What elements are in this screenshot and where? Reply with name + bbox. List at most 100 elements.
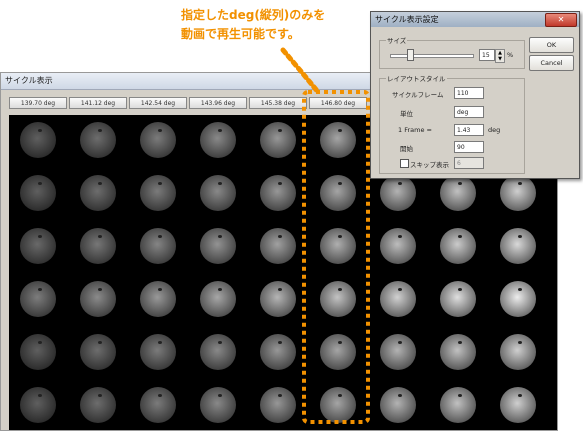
frame-thumbnail[interactable]: [9, 221, 67, 271]
frame-thumbnail[interactable]: [69, 327, 127, 377]
lung-image: [380, 387, 416, 423]
column-header[interactable]: 145.38 deg: [249, 97, 307, 109]
frame-thumbnail[interactable]: [369, 274, 427, 324]
frame-thumbnail[interactable]: [129, 380, 187, 430]
frame-thumbnail[interactable]: [309, 380, 367, 430]
lung-image: [80, 281, 116, 317]
frame-thumbnail[interactable]: [129, 274, 187, 324]
marker-dot: [398, 288, 402, 291]
frame-thumbnail[interactable]: [369, 380, 427, 430]
frame-thumbnail[interactable]: [69, 380, 127, 430]
frame-thumbnail[interactable]: [9, 168, 67, 218]
marker-dot: [278, 235, 282, 238]
frame-thumbnail[interactable]: [429, 274, 487, 324]
frame-thumbnail[interactable]: [429, 327, 487, 377]
frame-thumbnail[interactable]: [189, 168, 247, 218]
frame-thumbnail[interactable]: [309, 221, 367, 271]
lung-image: [260, 175, 296, 211]
frame-thumbnail[interactable]: [249, 327, 307, 377]
frame-thumbnail[interactable]: [249, 115, 307, 165]
column-header[interactable]: 141.12 deg: [69, 97, 127, 109]
start-field[interactable]: 90: [454, 141, 484, 153]
size-spinner[interactable]: ▲ ▼: [495, 49, 505, 63]
size-slider-thumb[interactable]: [407, 49, 414, 61]
marker-dot: [278, 394, 282, 397]
lung-image: [440, 387, 476, 423]
marker-dot: [458, 341, 462, 344]
column-header[interactable]: 142.54 deg: [129, 97, 187, 109]
frame-thumbnail[interactable]: [249, 221, 307, 271]
column-header[interactable]: 139.70 deg: [9, 97, 67, 109]
column-header[interactable]: 146.80 deg: [309, 97, 367, 109]
frame-thumbnail[interactable]: [249, 168, 307, 218]
layout-style-group: レイアウトスタイル サイクルフレーム 110 単位 deg 1 Frame = …: [379, 73, 525, 174]
unit-label: 単位: [400, 110, 413, 118]
frame-thumbnail[interactable]: [369, 221, 427, 271]
frame-thumbnail[interactable]: [429, 221, 487, 271]
frame-thumbnail[interactable]: [429, 380, 487, 430]
lung-image: [200, 175, 236, 211]
frame-thumbnail[interactable]: [69, 115, 127, 165]
size-group: サイズ 15 ▲ ▼ %: [379, 35, 525, 69]
frame-thumbnail[interactable]: [189, 221, 247, 271]
frame-thumbnail[interactable]: [309, 168, 367, 218]
frame-thumbnail[interactable]: [189, 115, 247, 165]
frame-thumbnail[interactable]: [129, 168, 187, 218]
frame-thumbnail[interactable]: [249, 380, 307, 430]
marker-dot: [218, 235, 222, 238]
frame-thumbnail[interactable]: [69, 274, 127, 324]
frame-thumbnail[interactable]: [9, 380, 67, 430]
lung-image: [320, 175, 356, 211]
frame-thumbnail[interactable]: [129, 221, 187, 271]
frame-label: 1 Frame =: [398, 126, 432, 134]
frame-thumbnail[interactable]: [309, 274, 367, 324]
lung-image: [80, 122, 116, 158]
marker-dot: [98, 182, 102, 185]
lung-image: [500, 175, 536, 211]
unit-field[interactable]: deg: [454, 106, 484, 118]
frame-thumbnail[interactable]: [489, 327, 547, 377]
marker-dot: [158, 394, 162, 397]
frame-thumbnail[interactable]: [489, 221, 547, 271]
skip-label: スキップ表示: [410, 161, 449, 169]
frame-thumbnail[interactable]: [489, 274, 547, 324]
lung-image: [20, 122, 56, 158]
marker-dot: [458, 288, 462, 291]
lung-image: [20, 387, 56, 423]
size-slider[interactable]: [390, 54, 474, 58]
close-icon[interactable]: ✕: [545, 13, 577, 27]
skip-checkbox[interactable]: [400, 159, 409, 168]
marker-dot: [278, 288, 282, 291]
frame-thumbnail[interactable]: [129, 327, 187, 377]
lung-image: [260, 122, 296, 158]
size-group-label: サイズ: [386, 35, 408, 45]
frame-thumbnail[interactable]: [9, 274, 67, 324]
callout-line-1: 指定したdeg(縦列)のみを: [181, 8, 326, 22]
frame-thumbnail[interactable]: [189, 274, 247, 324]
lung-image: [320, 228, 356, 264]
cycle-frame-field[interactable]: 110: [454, 87, 484, 99]
frame-thumbnail[interactable]: [129, 115, 187, 165]
frame-thumbnail[interactable]: [9, 327, 67, 377]
frame-field[interactable]: 1.43: [454, 124, 484, 136]
size-unit: %: [507, 51, 514, 59]
column-header[interactable]: 143.96 deg: [189, 97, 247, 109]
cancel-button[interactable]: Cancel: [529, 55, 574, 71]
frame-thumbnail[interactable]: [69, 168, 127, 218]
frame-unit: deg: [488, 126, 501, 134]
marker-dot: [338, 341, 342, 344]
frame-thumbnail[interactable]: [189, 380, 247, 430]
frame-thumbnail[interactable]: [9, 115, 67, 165]
size-field[interactable]: 15: [479, 49, 495, 61]
frame-thumbnail[interactable]: [309, 115, 367, 165]
frame-thumbnail[interactable]: [189, 327, 247, 377]
marker-dot: [398, 182, 402, 185]
frame-thumbnail[interactable]: [369, 327, 427, 377]
frame-thumbnail[interactable]: [309, 327, 367, 377]
lung-image: [200, 334, 236, 370]
frame-thumbnail[interactable]: [69, 221, 127, 271]
ok-button[interactable]: OK: [529, 37, 574, 53]
frame-thumbnail[interactable]: [489, 380, 547, 430]
frame-thumbnail[interactable]: [249, 274, 307, 324]
marker-dot: [218, 341, 222, 344]
